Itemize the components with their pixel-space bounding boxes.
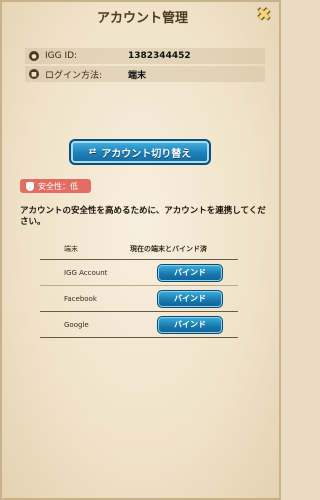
account-name: Facebook [64, 294, 97, 303]
account-name: Google [64, 320, 89, 329]
bind-google-button[interactable]: バインド [157, 315, 223, 334]
switch-account-label: アカウント切り替え [101, 148, 192, 160]
bind-facebook-button[interactable]: バインド [157, 289, 223, 308]
close-icon[interactable]: ✖ [255, 5, 273, 25]
binding-table: 端末 現在の端末とバインド済 IGG Account バインド Facebook… [40, 238, 238, 338]
table-header: 端末 現在の端末とバインド済 [40, 238, 238, 260]
switch-account-button[interactable]: ⇄ アカウント切り替え [69, 139, 211, 165]
login-method-row: ■ ログイン方法: 端末 [25, 66, 265, 82]
table-row: IGG Account バインド [40, 260, 238, 286]
column-header-status: 現在の端末とバインド済 [130, 244, 207, 253]
igg-id-label: IGG ID: [45, 51, 78, 61]
device-icon: ■ [29, 69, 39, 79]
login-method-label: ログイン方法: [45, 70, 103, 81]
account-name: IGG Account [64, 268, 108, 277]
security-badge-label: 安全性：低 [38, 181, 78, 191]
table-row: Facebook バインド [40, 286, 238, 312]
page-title: アカウント管理 [96, 10, 188, 26]
column-header-device: 端末 [64, 244, 78, 253]
table-row: Google バインド [40, 312, 238, 338]
igg-id-row: ● IGG ID: 1382344452 [25, 48, 265, 64]
igg-id-value: 1382344452 [128, 51, 191, 61]
account-panel: アカウント管理 ✖ ● IGG ID: 1382344452 ■ ログイン方法:… [0, 0, 281, 500]
user-icon: ● [29, 51, 39, 61]
security-badge: 安全性：低 [20, 179, 91, 193]
security-notice: アカウントの安全性を高めるために、アカウントを連携してください。 [20, 206, 266, 227]
login-method-value: 端末 [128, 70, 147, 81]
shield-icon [26, 181, 34, 191]
switch-icon: ⇄ [88, 147, 97, 157]
bind-igg-button[interactable]: バインド [157, 263, 223, 282]
